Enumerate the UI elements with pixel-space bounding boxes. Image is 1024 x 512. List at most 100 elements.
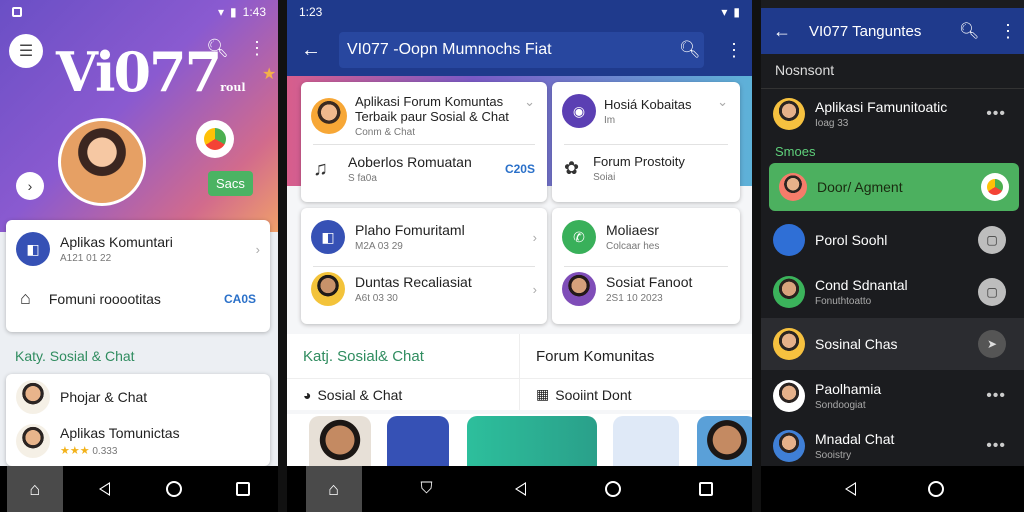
list-item[interactable]: ✆ Moliaesr Colcaar hes bbox=[552, 220, 740, 254]
featured-card: ◧ Aplikas Komuntari A121 01 22 › ⌂ Fomun… bbox=[6, 220, 270, 332]
avatar bbox=[779, 173, 807, 201]
battery-icon: ▮ bbox=[733, 5, 740, 19]
logo-text: Vi077 bbox=[56, 40, 222, 104]
system-nav-bar bbox=[761, 466, 1024, 512]
home-nav-button[interactable]: ⌂ bbox=[305, 466, 362, 512]
menu-button[interactable]: ☰ bbox=[9, 34, 43, 68]
item-title: Paolhamia bbox=[815, 381, 882, 397]
send-icon[interactable]: ➤ bbox=[978, 330, 1006, 358]
home-circle-button[interactable] bbox=[146, 466, 202, 512]
subtab-label: Sooiint Dont bbox=[555, 386, 632, 403]
subtab-label: Sosial & Chat bbox=[317, 386, 403, 403]
list-item[interactable]: Cond Sdnantal Fonuthtoatto ▢ bbox=[761, 266, 1024, 318]
home-circle-button[interactable] bbox=[908, 466, 964, 512]
app-tile[interactable] bbox=[697, 416, 752, 466]
card-title: Aplikasi Forum Komuntas bbox=[355, 94, 504, 109]
list-item[interactable]: Aplikas Tomunictas ★★★ 0.333 bbox=[6, 424, 270, 458]
recents-button[interactable] bbox=[215, 466, 271, 512]
avatar bbox=[562, 272, 596, 306]
item-title: Plaho Fomuritaml bbox=[355, 222, 465, 238]
tab-forum-komunitas[interactable]: Forum Komunitas bbox=[520, 334, 752, 378]
avatar bbox=[16, 380, 50, 414]
back-nav-button[interactable] bbox=[822, 466, 878, 512]
list-item[interactable]: ⌂ Fomuni rooootitas CA0S bbox=[6, 288, 270, 309]
subtab-second[interactable]: ▦ Sooiint Dont bbox=[520, 379, 752, 410]
back-nav-button[interactable] bbox=[492, 466, 548, 512]
section-header: Nosnsont bbox=[775, 62, 835, 78]
chevron-right-icon[interactable]: › bbox=[16, 172, 44, 200]
app-bar: ← VI077 Tanguntes 🔍︎ ⋮ bbox=[761, 8, 1024, 54]
search-icon[interactable]: 🔍︎ bbox=[206, 38, 229, 59]
list-item[interactable]: Paolhamia Sondoogiat ••• bbox=[761, 370, 1024, 422]
back-arrow-icon[interactable]: ← bbox=[773, 21, 791, 42]
list-item[interactable]: ◧ Aplikas Komuntari A121 01 22 › bbox=[6, 232, 270, 266]
search-icon[interactable]: 🔍︎ bbox=[959, 21, 979, 41]
more-vert-icon[interactable]: ⋮ bbox=[248, 38, 266, 59]
more-vert-icon[interactable]: ⋮ bbox=[725, 40, 743, 61]
avatar bbox=[773, 430, 805, 462]
list-item[interactable]: ♫ Aoberlos Romuatan S fa0a C20S bbox=[301, 154, 547, 184]
card-subtitle: Im bbox=[604, 114, 616, 126]
search-icon[interactable]: 🔍︎ bbox=[679, 40, 701, 60]
item-title: Cond Sdnantal bbox=[815, 277, 908, 293]
list-item[interactable]: Aplikasi Forum Komuntas Terbaik paur Sos… bbox=[301, 94, 547, 138]
tab-sosial-chat[interactable]: Katj. Sosial& Chat bbox=[287, 334, 520, 378]
recents-button[interactable] bbox=[678, 466, 734, 512]
home-nav-button[interactable]: ⌂ bbox=[6, 466, 63, 512]
category-tabs: Katj. Sosial& Chat Forum Komunitas bbox=[287, 334, 752, 378]
profile-avatar[interactable] bbox=[58, 118, 146, 206]
avatar bbox=[773, 98, 805, 130]
list-item[interactable]: Aplikasi Famunitoatic Ioag 33 ••• bbox=[761, 88, 1024, 140]
list-item[interactable]: Phojar & Chat bbox=[6, 380, 270, 414]
app-tile[interactable] bbox=[309, 416, 371, 466]
rating-value: 0.333 bbox=[92, 446, 118, 457]
search-input[interactable]: VI077 -Oopn Mumnochs Fiat bbox=[339, 32, 704, 68]
chat-bubble-icon[interactable]: ▢ bbox=[978, 226, 1006, 254]
recents-icon bbox=[236, 482, 251, 496]
more-horiz-icon[interactable]: ••• bbox=[986, 387, 1006, 405]
section-title: Katy. Sosial & Chat bbox=[15, 348, 135, 364]
item-title: Aplikas Komuntari bbox=[60, 234, 173, 250]
chat-bubble-icon[interactable]: ▢ bbox=[978, 278, 1006, 306]
item-subtitle: Sooistry bbox=[815, 450, 852, 461]
app-tile[interactable] bbox=[613, 416, 679, 466]
app-bar: ← VI077 -Oopn Mumnochs Fiat 🔍︎ ⋮ bbox=[287, 24, 752, 76]
app-tile[interactable] bbox=[467, 416, 597, 466]
item-subtitle: Sondoogiat bbox=[815, 400, 866, 411]
chrome-app-icon[interactable] bbox=[196, 120, 234, 158]
list-item[interactable]: Sosiat Fanoot 2S1 10 2023 bbox=[552, 272, 740, 306]
chevron-down-icon[interactable]: ⌄ bbox=[524, 94, 535, 110]
save-button[interactable]: Sacs bbox=[208, 171, 253, 196]
chevron-down-icon[interactable]: ⌄ bbox=[717, 94, 728, 110]
more-horiz-icon[interactable]: ••• bbox=[986, 105, 1006, 123]
back-arrow-icon[interactable]: ← bbox=[301, 39, 321, 62]
divider bbox=[313, 266, 535, 267]
list-item-selected[interactable]: Sosinal Chas ➤ bbox=[761, 318, 1024, 370]
app-bar-title: VI077 Tanguntes bbox=[809, 22, 922, 40]
item-subtitle: Ioag 33 bbox=[815, 118, 849, 129]
app-tile[interactable] bbox=[387, 416, 449, 466]
list-item[interactable]: ◧ Plaho Fomuritaml M2A 03 29 › bbox=[301, 220, 547, 254]
item-title: Fomuni rooootitas bbox=[48, 290, 161, 307]
phone-screen-3: ← VI077 Tanguntes 🔍︎ ⋮ Nosnsont Aplikasi… bbox=[761, 0, 1024, 512]
list-item[interactable]: Porol Soohl ▢ bbox=[761, 214, 1024, 266]
back-nav-button[interactable] bbox=[76, 466, 132, 512]
more-vert-icon[interactable]: ⋮ bbox=[999, 21, 1017, 42]
home-circle-button[interactable] bbox=[585, 466, 641, 512]
list-item[interactable]: Mnadal Chat Sooistry ••• bbox=[761, 420, 1024, 472]
chrome-app-icon[interactable] bbox=[981, 173, 1009, 201]
highlighted-item[interactable]: Door/ Agment bbox=[769, 163, 1019, 211]
grid-icon: ▦ bbox=[536, 386, 550, 402]
more-horiz-icon[interactable]: ••• bbox=[986, 437, 1006, 455]
shield-button[interactable]: ⛉ bbox=[399, 466, 455, 512]
item-title: Aplikasi Famunitoatic bbox=[815, 99, 948, 115]
item-subtitle: 2S1 10 2023 bbox=[606, 293, 663, 304]
battery-icon: ▮ bbox=[230, 5, 237, 19]
subtab-sosial-chat[interactable]: ◕ Sosial & Chat bbox=[287, 379, 520, 410]
logo-small-text: roul bbox=[220, 81, 246, 94]
list-item[interactable]: ◉ Hosiá Kobaitas Im ⌄ bbox=[552, 94, 740, 128]
item-title: Sosinal Chas bbox=[815, 336, 898, 352]
list-item[interactable]: Duntas Recaliasiat A6t 03 30 › bbox=[301, 272, 547, 306]
list-item[interactable]: ✿ Forum Prostoity Soiai bbox=[552, 154, 740, 183]
subcategory-row: ◕ Sosial & Chat ▦ Sooiint Dont bbox=[287, 378, 752, 410]
